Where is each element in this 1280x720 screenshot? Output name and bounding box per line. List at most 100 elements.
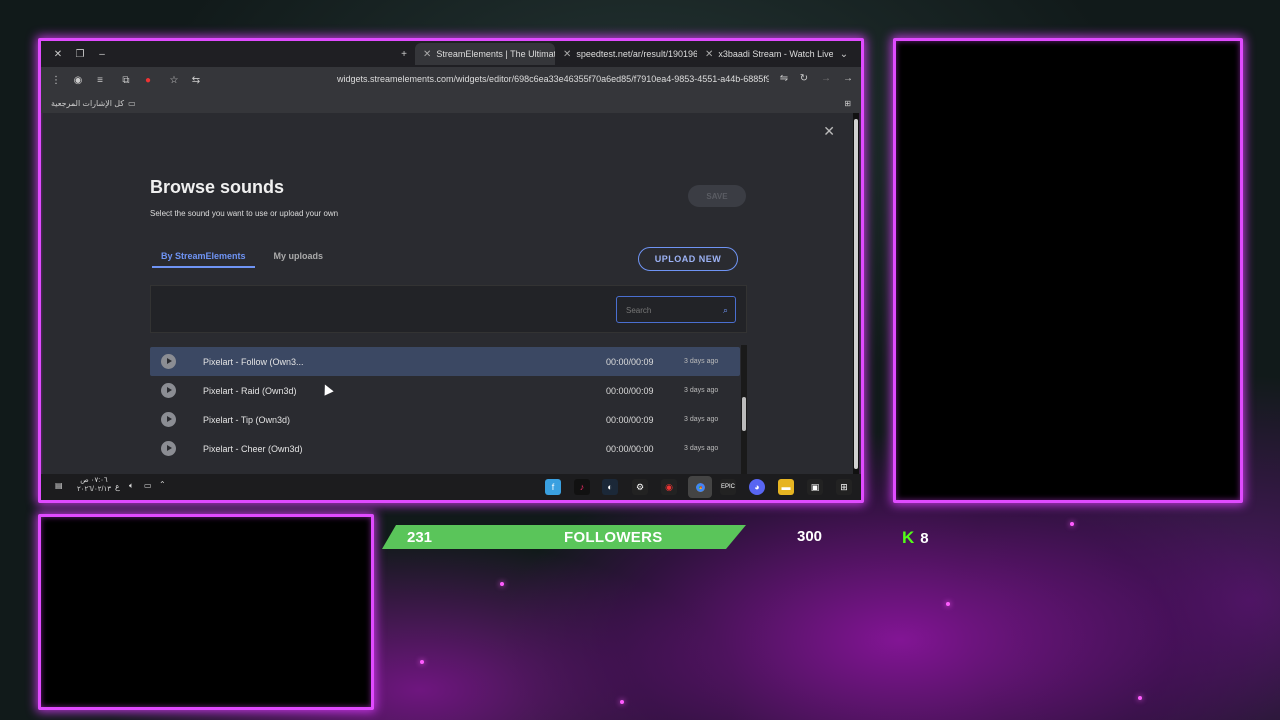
save-button[interactable]: SAVE (688, 185, 746, 207)
sound-age: 3 days ago (684, 445, 719, 452)
list-scrollbar[interactable] (741, 345, 747, 475)
list-item[interactable]: Pixelart - Follow (Own3... 00:00/00:09 3… (150, 347, 740, 376)
search-icon[interactable]: ⌕ (723, 305, 728, 316)
tab-label: speedtest.net/ar/result/190196 (576, 49, 697, 59)
new-tab-icon[interactable]: + (393, 49, 415, 60)
epic-games-icon[interactable]: EPIC (720, 479, 736, 495)
browser-window: ✕ ❐ – + ✕ StreamElements | The Ultimate … (38, 38, 864, 503)
profile-avatar-icon[interactable]: ◉ (67, 75, 89, 86)
facebook-gaming-icon[interactable]: f (545, 479, 561, 495)
reload-icon[interactable]: ↻ (793, 73, 815, 84)
sound-duration: 00:00/00:09 (606, 385, 654, 396)
search-panel: Search ⌕ (150, 285, 747, 333)
menu-dots-icon[interactable]: ⋮ (45, 75, 67, 86)
tab-strip: ✕ ❐ – + ✕ StreamElements | The Ultimate … (41, 41, 861, 67)
play-icon[interactable] (161, 354, 176, 369)
tiktok-icon[interactable]: ♪ (574, 479, 590, 495)
sparkle-particle (1138, 696, 1142, 700)
followers-progress-bar: 231 FOLLOWERS (382, 525, 746, 549)
site-settings-icon[interactable]: ⇋ (773, 73, 795, 84)
bookmarks-bar: كل الإشارات المرجعية ▭ ⊞ (41, 93, 861, 113)
bookmark-star-icon[interactable]: ☆ (163, 75, 185, 86)
chevron-up-icon[interactable]: ⌃ (159, 480, 166, 489)
chrome-icon[interactable] (688, 476, 712, 498)
volume-icon[interactable]: 🔈︎ (129, 481, 134, 491)
adblock-icon[interactable]: ● (137, 75, 159, 86)
apps-grid-icon[interactable]: ⊞ (844, 99, 851, 108)
forward-icon[interactable]: → (815, 73, 837, 84)
page-subtitle: Select the sound you want to use or uplo… (150, 209, 339, 218)
followers-goal: 300 (797, 528, 823, 545)
tab-label: StreamElements | The Ultimate (436, 49, 555, 59)
network-icon[interactable]: ▭ (144, 481, 152, 490)
task-view-icon[interactable]: ▣ (807, 479, 823, 495)
search-placeholder: Search (626, 306, 652, 315)
page-title: Browse sounds (150, 177, 285, 197)
page-scroll-thumb[interactable] (854, 119, 858, 469)
windows-start-icon[interactable]: ⊞ (836, 479, 852, 495)
close-tab-icon[interactable]: ✕ (423, 49, 431, 60)
taskbar: ▤ ٠٧:٠٦ ص ٢٠٢٦/٠٢/١٣ ع 🔈︎ ▭ ⌃ f ♪ ◐ ⚙ ◉ … (41, 474, 861, 500)
sound-age: 3 days ago (684, 387, 719, 394)
followers-label: FOLLOWERS (564, 528, 663, 546)
tab-streamelements[interactable]: ✕ StreamElements | The Ultimate ⊕ (415, 43, 555, 65)
notification-icon[interactable]: ▤ (55, 481, 63, 490)
sound-list: Pixelart - Follow (Own3... 00:00/00:09 3… (150, 347, 740, 463)
page-content: ✕ Browse sounds Select the sound you wan… (43, 113, 853, 475)
settings-icon[interactable]: ⚙ (632, 479, 648, 495)
steam-icon[interactable]: ◐ (602, 479, 618, 495)
sound-name: Pixelart - Raid (Own3d) (203, 385, 297, 396)
tab-my-uploads[interactable]: My uploads (274, 251, 324, 268)
kick-logo-icon: K (902, 528, 915, 547)
obs-icon[interactable]: ◉ (661, 479, 677, 495)
sound-duration: 00:00/00:00 (606, 443, 654, 454)
bookmarks-label[interactable]: كل الإشارات المرجعية (51, 99, 124, 108)
list-item[interactable]: Pixelart - Cheer (Own3d) 00:00/00:00 3 d… (150, 434, 740, 463)
back-icon[interactable]: → (837, 73, 859, 84)
sound-name: Pixelart - Follow (Own3... (203, 356, 304, 367)
sparkle-particle (946, 602, 950, 606)
translate-icon[interactable]: ⇆ (185, 75, 207, 86)
sound-name: Pixelart - Tip (Own3d) (203, 414, 291, 425)
clock[interactable]: ٠٧:٠٦ ص ٢٠٢٦/٠٢/١٣ (77, 476, 111, 494)
language-indicator[interactable]: ع (115, 482, 120, 491)
close-tab-icon[interactable]: ✕ (705, 49, 713, 60)
address-bar: ⋮ ◉ ≡ ⧉ ● ☆ ⇆ widgets.streamelements.com… (41, 67, 861, 93)
minimize-window-icon[interactable]: – (91, 49, 113, 60)
file-explorer-icon[interactable]: ▬ (778, 479, 794, 495)
extensions-icon[interactable]: ⧉ (115, 75, 137, 86)
discord-icon[interactable]: ◕ (749, 479, 765, 495)
play-icon[interactable] (161, 383, 176, 398)
folder-icon: ▭ (128, 98, 136, 108)
list-item[interactable]: Pixelart - Tip (Own3d) 00:00/00:09 3 day… (150, 405, 740, 434)
list-item[interactable]: Pixelart - Raid (Own3d) 00:00/00:09 3 da… (150, 376, 740, 405)
sparkle-particle (1070, 522, 1074, 526)
search-input[interactable]: Search ⌕ (616, 296, 736, 323)
camera-frame-left (38, 514, 374, 710)
source-tabs: By StreamElements My uploads (152, 251, 324, 268)
upload-new-button[interactable]: UPLOAD NEW (638, 247, 738, 271)
tab-speedtest[interactable]: ✕ speedtest.net/ar/result/190196 ◔ (555, 43, 697, 65)
url-text[interactable]: widgets.streamelements.com/widgets/edito… (337, 74, 769, 84)
page-scrollbar[interactable] (853, 113, 859, 474)
tab-groups-icon[interactable]: ≡ (89, 75, 111, 86)
tab-kick[interactable]: ✕ x3baadi Stream - Watch Live o K (697, 43, 833, 65)
close-icon[interactable]: ✕ (823, 123, 835, 140)
clock-date: ٢٠٢٦/٠٢/١٣ (77, 486, 111, 493)
sound-age: 3 days ago (684, 358, 719, 365)
tab-by-streamelements[interactable]: By StreamElements (152, 251, 255, 268)
close-tab-icon[interactable]: ✕ (563, 49, 571, 60)
sound-duration: 00:00/00:09 (606, 356, 654, 367)
list-scroll-thumb[interactable] (742, 397, 746, 431)
close-window-icon[interactable]: ✕ (47, 49, 69, 60)
sparkle-particle (620, 700, 624, 704)
restore-window-icon[interactable]: ❐ (69, 49, 91, 60)
play-icon[interactable] (161, 412, 176, 427)
tab-search-icon[interactable]: ⌄ (833, 49, 855, 60)
tab-label: x3baadi Stream - Watch Live o (718, 49, 833, 59)
sparkle-particle (500, 582, 504, 586)
clock-time: ٠٧:٠٦ ص (80, 477, 108, 484)
sound-age: 3 days ago (684, 416, 719, 423)
play-icon[interactable] (161, 441, 176, 456)
camera-frame-right (893, 38, 1243, 503)
